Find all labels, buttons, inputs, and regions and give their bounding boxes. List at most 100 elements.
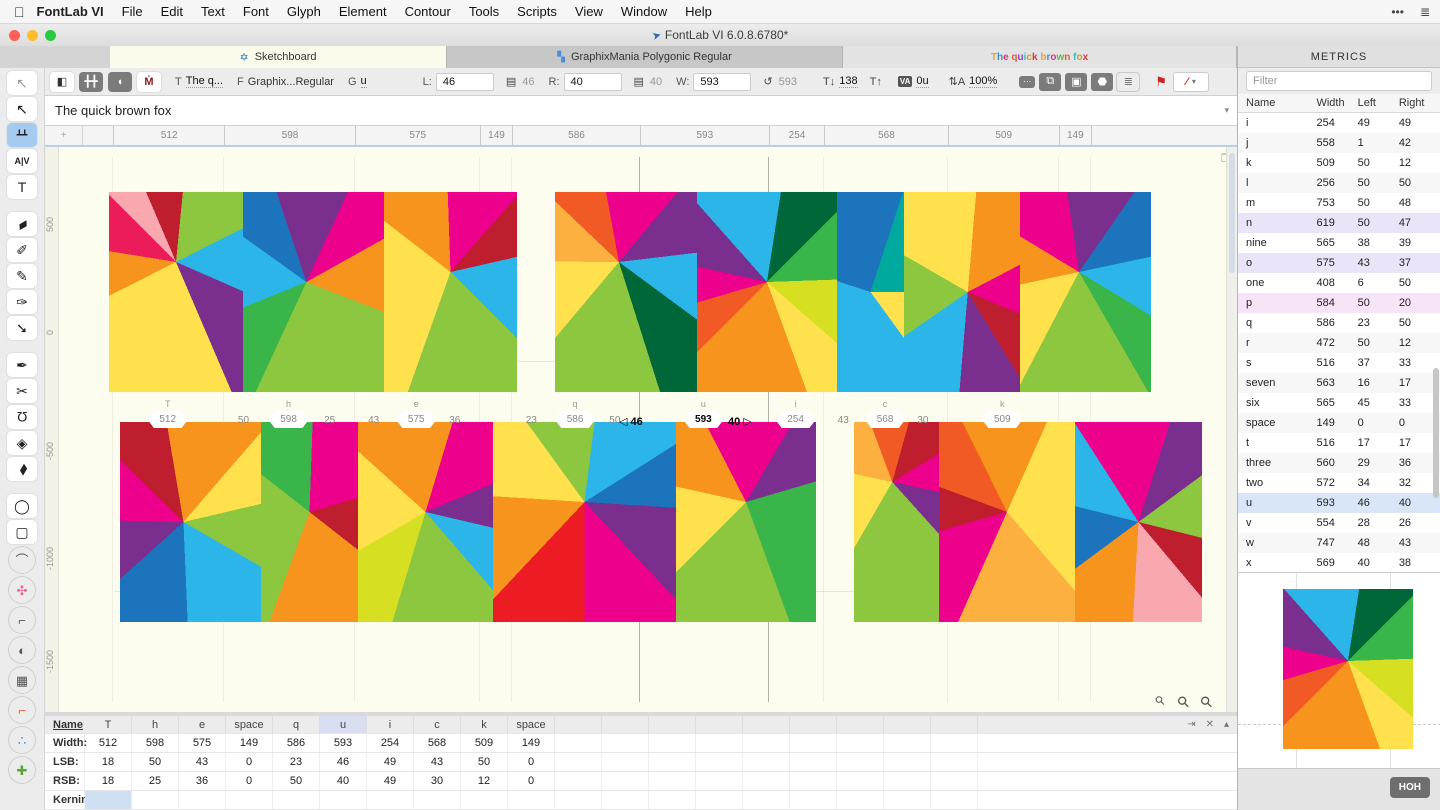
flag-icon[interactable]: ⚑	[1155, 74, 1167, 90]
linegap-up-icon[interactable]: T↑	[870, 76, 882, 88]
metrics-row-nine[interactable]: nine5653839	[1238, 233, 1440, 253]
menu-tools[interactable]: Tools	[469, 4, 499, 19]
bottom-cell[interactable]: 254	[367, 734, 414, 752]
menu-file[interactable]: File	[122, 4, 143, 19]
snap-tool[interactable]: ∴	[9, 727, 35, 753]
scissors-tool[interactable]: ✂	[7, 379, 37, 403]
glyph-u[interactable]: u	[697, 192, 837, 392]
metrics-row-t[interactable]: t5161717	[1238, 433, 1440, 453]
menu-view[interactable]: View	[575, 4, 603, 19]
menu-contour[interactable]: Contour	[405, 4, 451, 19]
grid-tool[interactable]: ▦	[9, 667, 35, 693]
menu-help[interactable]: Help	[685, 4, 712, 19]
bottom-col-h-1[interactable]: h	[132, 716, 179, 733]
pen-tool[interactable]: ✒	[7, 353, 37, 377]
sidebearing-view-button[interactable]: ◖	[108, 72, 132, 92]
bottom-cell[interactable]: 18	[85, 772, 132, 790]
bottom-cell[interactable]: 593	[320, 734, 367, 752]
brush-tool[interactable]: ✐	[7, 238, 37, 262]
linegap-value[interactable]: 138	[839, 75, 857, 88]
bottom-col-T-0[interactable]: T	[85, 716, 132, 733]
glyph-space[interactable]	[816, 422, 854, 622]
bottom-cell[interactable]: 512	[85, 734, 132, 752]
metrics-row-n[interactable]: n6195047	[1238, 213, 1440, 233]
glyph-r[interactable]: r	[261, 422, 358, 622]
options-button[interactable]: ⋯	[1019, 76, 1035, 88]
bottom-cell[interactable]: 12	[461, 772, 508, 790]
list-view-button[interactable]: ≣	[1117, 73, 1139, 91]
bottom-col-space-9[interactable]: space	[508, 716, 555, 733]
metrics-tool[interactable]: ┻┻	[7, 123, 37, 147]
add-tool[interactable]: ✚	[9, 757, 35, 783]
zoom-in-icon[interactable]: ⚲	[1173, 692, 1194, 713]
metrics-row-seven[interactable]: seven5631617	[1238, 373, 1440, 393]
bottom-cell[interactable]: 149	[508, 734, 555, 752]
glyph-k[interactable]: k	[1020, 192, 1151, 392]
zoom-out-icon[interactable]: ⚲	[1152, 693, 1171, 712]
bottom-cell[interactable]: 49	[367, 753, 414, 771]
bottom-cell[interactable]	[461, 791, 508, 809]
bottom-cell[interactable]: 598	[132, 734, 179, 752]
tab-text-preview[interactable]: The quick brown fox	[843, 46, 1237, 68]
bottom-fill-button[interactable]: ⬣	[1091, 73, 1113, 91]
bottom-cell[interactable]: 46	[320, 753, 367, 771]
kerning-tool[interactable]: A|V	[7, 149, 37, 173]
bottom-cell[interactable]: 0	[508, 753, 555, 771]
measure-tool[interactable]: ▰	[7, 457, 37, 481]
metrics-row-l[interactable]: l2565050	[1238, 173, 1440, 193]
bottom-col-u-5[interactable]: u	[320, 716, 367, 733]
glyph-T[interactable]: T	[109, 192, 243, 392]
contour-tool[interactable]: ↖	[7, 97, 37, 121]
metrics-row-six[interactable]: six5654533	[1238, 393, 1440, 413]
metrics-table-header[interactable]: NameWidthLeftRight	[1238, 94, 1440, 113]
metrics-row-i[interactable]: i2544949	[1238, 113, 1440, 133]
glyph-c[interactable]: c	[904, 192, 1021, 392]
zoom-value[interactable]: 100%	[969, 75, 997, 88]
glyph-b[interactable]: b	[120, 422, 261, 622]
bottom-col-e-2[interactable]: e	[179, 716, 226, 733]
rsb-value[interactable]: 40 ▷	[728, 415, 752, 428]
glyph-f[interactable]: f	[854, 422, 939, 622]
textbar-dropdown-icon[interactable]: ▾	[1224, 105, 1229, 116]
bottom-cell[interactable]	[320, 791, 367, 809]
font-field[interactable]: Graphix...Regular	[248, 76, 334, 88]
rsb-input[interactable]: 40	[564, 73, 622, 91]
bottom-cell[interactable]: 30	[414, 772, 461, 790]
column-header-name[interactable]: Name	[1238, 97, 1316, 109]
glyph-canvas[interactable]: 5000-500-1000-1500 The quick brown fox T…	[45, 146, 1237, 713]
lsb-value[interactable]: 23	[526, 415, 537, 426]
bottom-cell[interactable]: 49	[367, 772, 414, 790]
column-header-right[interactable]: Right	[1399, 97, 1440, 109]
bottom-cell[interactable]: 50	[273, 772, 320, 790]
tab-sketchboard[interactable]: ✡ Sketchboard	[110, 46, 447, 68]
metrics-row-s[interactable]: s5163733	[1238, 353, 1440, 373]
glyph-x[interactable]: x	[1075, 422, 1202, 622]
menu-window[interactable]: Window	[621, 4, 667, 19]
bottom-cell[interactable]: 43	[414, 753, 461, 771]
bottom-cell[interactable]	[367, 791, 414, 809]
tracking-value[interactable]: 0u	[916, 75, 928, 88]
ellipse-tool[interactable]: ◯	[7, 494, 37, 518]
metrics-row-j[interactable]: j558142	[1238, 133, 1440, 153]
menu-font[interactable]: Font	[243, 4, 269, 19]
knife-tool[interactable]: ▰	[7, 212, 37, 236]
text-tool[interactable]: T	[7, 175, 37, 199]
metrics-row-one[interactable]: one408650	[1238, 273, 1440, 293]
metrics-row-v[interactable]: v5542826	[1238, 513, 1440, 533]
metrics-mode-button[interactable]: ╋╋	[79, 72, 103, 92]
menu-text[interactable]: Text	[201, 4, 225, 19]
column-header-width[interactable]: Width	[1316, 97, 1357, 109]
bottom-cell[interactable]: 0	[226, 772, 273, 790]
lsb-value[interactable]: 50	[238, 415, 249, 426]
tunni-tool[interactable]: ✣	[9, 577, 35, 603]
bottom-col-i-6[interactable]: i	[367, 716, 414, 733]
panel-toggle-button[interactable]: ◧	[50, 72, 74, 92]
dock-icon[interactable]: ⇥	[1187, 719, 1195, 730]
master-button[interactable]: Ṁ	[137, 72, 161, 92]
metrics-row-u[interactable]: u5934640	[1238, 493, 1440, 513]
metrics-row-r[interactable]: r4725012	[1238, 333, 1440, 353]
filter-input[interactable]: Filter	[1246, 71, 1432, 91]
bottom-cell[interactable]: 509	[461, 734, 508, 752]
more-icon[interactable]: •••	[1391, 5, 1404, 19]
glyph-o[interactable]: o	[939, 422, 1074, 622]
